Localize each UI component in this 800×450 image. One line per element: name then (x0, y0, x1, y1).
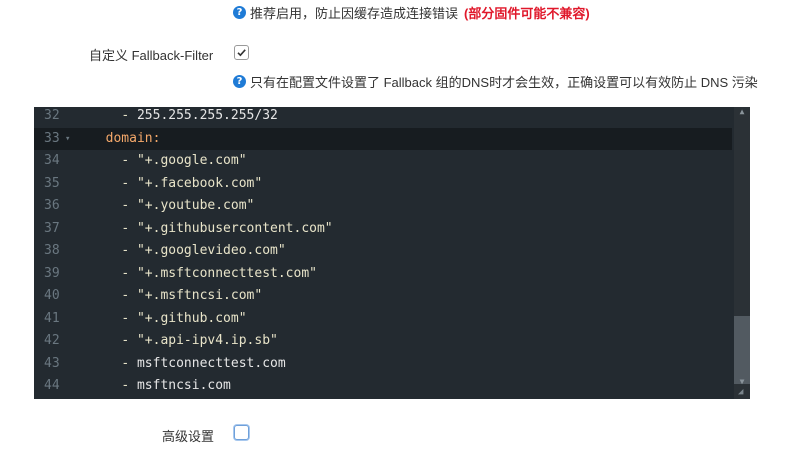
code-text: - msftconnecttest.com (90, 353, 286, 376)
code-text: - "+.api-ipv4.ip.sb" (90, 330, 278, 353)
fallback-filter-code-editor[interactable]: 32 - 255.255.255.255/32 33 ▾ domain: 34 - "… (34, 107, 750, 399)
compat-warning: (部分固件可能不兼容) (464, 6, 590, 21)
editor-line[interactable]: 42 - "+.api-ipv4.ip.sb" (34, 330, 732, 353)
line-number: 38 (44, 243, 60, 258)
help-circle-icon: ? (233, 75, 246, 88)
list-dash: - (121, 310, 137, 326)
yaml-value: "+.msftncsi.com" (136, 288, 263, 303)
code-text: - "+.msftconnecttest.com" (90, 263, 317, 286)
yaml-key: domain: (105, 130, 161, 146)
advanced-settings-label: 高级设置 (162, 429, 215, 444)
code-text: - "+.githubusercontent.com" (90, 218, 333, 241)
line-number: 37 (44, 220, 60, 236)
line-number: 44 (44, 378, 60, 393)
code-text: - "+.msftncsi.com" (90, 285, 262, 308)
fallback-help-row: ? 只有在配置文件设置了 Fallback 组的DNS时才会生效，正确设置可以有… (233, 72, 758, 91)
list-dash: - (121, 175, 137, 191)
editor-line[interactable]: 38 - "+.googlevideo.com" (34, 240, 732, 263)
editor-line[interactable]: 34 - "+.google.com" (34, 150, 732, 173)
fallback-filter-checkbox[interactable] (234, 45, 249, 60)
editor-line[interactable]: 35 - "+.facebook.com" (34, 173, 732, 196)
editor-line[interactable]: 44 - msftncsi.com (34, 375, 732, 398)
code-text: - "+.googlevideo.com" (90, 240, 286, 263)
scroll-up-icon[interactable]: ▲ (734, 107, 750, 117)
list-dash: - (121, 378, 137, 393)
code-text: - "+.google.com" (90, 150, 247, 173)
resize-grip-icon[interactable]: ◢ (738, 387, 748, 397)
list-dash: - (121, 333, 137, 348)
editor-line[interactable]: 39 - "+.msftconnecttest.com" (34, 263, 732, 286)
list-dash: - (121, 265, 137, 281)
list-dash: - (121, 153, 137, 168)
code-text: - "+.github.com" (90, 308, 247, 331)
editor-line[interactable]: 41 - "+.github.com" (34, 308, 732, 331)
yaml-value: "+.api-ipv4.ip.sb" (136, 333, 278, 348)
code-text: - "+.facebook.com" (90, 173, 262, 196)
help-circle-icon: ? (233, 6, 246, 19)
scroll-down-icon[interactable]: ▼ (734, 377, 750, 387)
advanced-settings-checkbox[interactable] (234, 425, 249, 440)
editor-line[interactable]: 37 - "+.githubusercontent.com" (34, 218, 732, 241)
list-dash: - (121, 220, 137, 236)
line-number: 34 (44, 153, 60, 168)
scrollbar-thumb[interactable] (734, 316, 750, 384)
yaml-value: "+.githubusercontent.com" (136, 220, 333, 236)
list-dash: - (121, 355, 137, 371)
yaml-value: "+.youtube.com" (136, 198, 255, 213)
editor-line[interactable]: 43 - msftconnecttest.com (34, 353, 732, 376)
yaml-value: "+.googlevideo.com" (136, 243, 286, 258)
yaml-value: msftncsi.com (136, 378, 231, 393)
yaml-value: 255.255.255.255/32 (136, 108, 278, 123)
top-help-text: 推荐启用，防止因缓存造成连接错误 (250, 6, 459, 21)
code-text: - msftncsi.com (90, 375, 231, 398)
yaml-value: "+.facebook.com" (136, 175, 263, 191)
fallback-help-text: 只有在配置文件设置了 Fallback 组的DNS时才会生效，正确设置可以有效防… (250, 75, 758, 90)
fold-arrow-icon[interactable]: ▾ (65, 128, 70, 151)
line-number: 41 (44, 310, 60, 326)
code-text: domain: (90, 128, 161, 151)
line-number: 36 (44, 198, 60, 213)
list-dash: - (121, 243, 137, 258)
yaml-value: msftconnecttest.com (136, 355, 286, 371)
yaml-value: "+.github.com" (136, 310, 247, 326)
editor-line[interactable]: 32 - 255.255.255.255/32 (34, 107, 732, 128)
yaml-value: "+.google.com" (136, 153, 247, 168)
editor-vertical-scrollbar[interactable]: ▲ ▼ (734, 107, 750, 399)
editor-line[interactable]: 40 - "+.msftncsi.com" (34, 285, 732, 308)
list-dash: - (121, 198, 137, 213)
fallback-filter-label: 自定义 Fallback-Filter (89, 48, 214, 63)
list-dash: - (121, 288, 137, 303)
editor-line[interactable]: 33 ▾ domain: (34, 127, 732, 151)
top-help-row: ? 推荐启用，防止因缓存造成连接错误 (部分固件可能不兼容) (233, 3, 590, 22)
list-dash: - (121, 108, 137, 123)
line-number: 43 (44, 355, 60, 371)
line-number: 42 (44, 333, 60, 348)
line-number: 39 (44, 265, 60, 281)
code-text: - 255.255.255.255/32 (90, 107, 278, 128)
check-icon (237, 49, 246, 57)
line-number: 40 (44, 288, 60, 303)
code-text: - "+.youtube.com" (90, 195, 254, 218)
yaml-value: "+.msftconnecttest.com" (136, 265, 317, 281)
editor-line[interactable]: 36 - "+.youtube.com" (34, 195, 732, 218)
line-number: 35 (44, 175, 60, 191)
line-number: 32 (44, 108, 60, 123)
